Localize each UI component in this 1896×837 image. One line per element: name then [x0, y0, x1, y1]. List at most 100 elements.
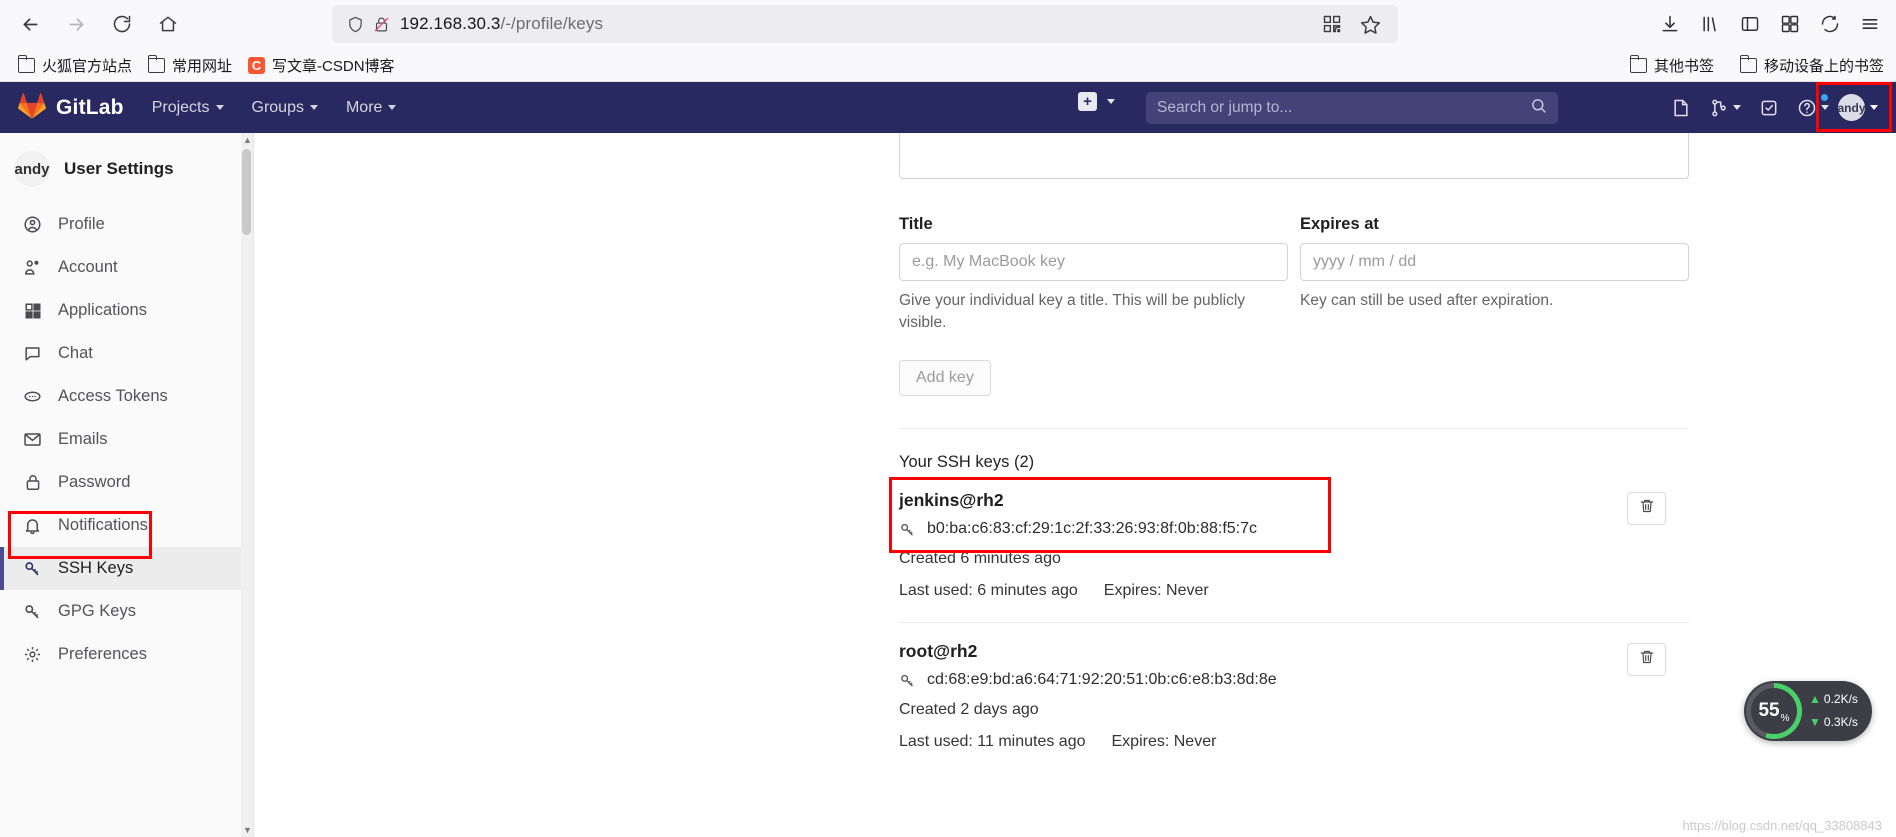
- merge-requests-icon[interactable]: [1703, 82, 1747, 133]
- url-host: 192.168.30.3: [400, 14, 501, 33]
- highlight-box-jenkins-key: [889, 477, 1331, 553]
- gitlab-logo-link[interactable]: GitLab: [18, 92, 124, 124]
- address-bar[interactable]: 192.168.30.3/-/profile/keys: [332, 5, 1398, 43]
- sidebar-item-account[interactable]: Account: [0, 246, 253, 289]
- sidebar-item-profile[interactable]: Profile: [0, 203, 253, 246]
- token-icon: [22, 387, 43, 406]
- sidebar-item-ssh-keys[interactable]: SSH Keys: [0, 547, 253, 590]
- sync-icon[interactable]: [1810, 4, 1850, 44]
- sidebar-item-gpg-keys[interactable]: GPG Keys: [0, 590, 253, 633]
- page-title: User Settings: [64, 159, 174, 178]
- ssh-key-last-used: Last used: 6 minutes ago: [899, 582, 1078, 599]
- chevron-down-icon: [1107, 99, 1115, 104]
- ssh-key-created: Created 2 days ago: [899, 701, 1039, 718]
- scrollbar-thumb[interactable]: [242, 149, 251, 235]
- download-speed-value: 0.3K/s: [1823, 715, 1858, 729]
- key-form-row: Title e.g. My MacBook key Give your indi…: [899, 215, 1689, 334]
- avatar: andy: [14, 151, 50, 187]
- sidebar-item-password[interactable]: Password: [0, 461, 253, 504]
- address-bar-actions: [1318, 10, 1388, 38]
- add-key-button[interactable]: Add key: [899, 360, 991, 396]
- back-button[interactable]: [10, 4, 50, 44]
- section-divider: [899, 428, 1689, 429]
- home-icon: [158, 14, 178, 34]
- reload-button[interactable]: [102, 4, 142, 44]
- scroll-up-arrow-icon[interactable]: ▲: [243, 135, 252, 145]
- usage-percent-value: 55: [1758, 700, 1780, 721]
- sidebar-item-label: Account: [58, 258, 118, 276]
- bookmark-item-other[interactable]: 其他书签: [1622, 52, 1722, 79]
- user-circle-icon: [22, 215, 43, 234]
- sidebar-item-label: Chat: [58, 344, 93, 362]
- sidebar-item-applications[interactable]: Applications: [0, 289, 253, 332]
- sidebar-scrollbar[interactable]: ▲ ▼: [241, 133, 253, 837]
- extensions-icon[interactable]: [1770, 4, 1810, 44]
- expires-field-group: Expires at yyyy / mm / dd Key can still …: [1300, 215, 1689, 334]
- nav-groups-label: Groups: [251, 98, 304, 116]
- expires-date-input[interactable]: yyyy / mm / dd: [1300, 243, 1689, 281]
- sidebar-item-chat[interactable]: Chat: [0, 332, 253, 375]
- settings-icon: [22, 645, 43, 664]
- todos-icon[interactable]: [1747, 82, 1791, 133]
- bookmarks-bar-right: 其他书签 移动设备上的书签: [1622, 48, 1892, 82]
- sidebar-item-label: Preferences: [58, 645, 147, 663]
- navbar-right-actions: andy: [1659, 82, 1882, 133]
- nav-item-projects[interactable]: Projects: [152, 99, 224, 117]
- upload-speed-value: 0.2K/s: [1823, 692, 1858, 707]
- watermark-text: https://blog.csdn.net/qq_33808843: [1682, 818, 1883, 833]
- chevron-down-icon: [1821, 105, 1829, 110]
- key-textarea[interactable]: [899, 133, 1689, 179]
- issues-icon[interactable]: [1659, 82, 1703, 133]
- menu-icon[interactable]: [1850, 4, 1890, 44]
- title-input[interactable]: e.g. My MacBook key: [899, 243, 1288, 281]
- sidebar-icon[interactable]: [1730, 4, 1770, 44]
- expires-placeholder: yyyy / mm / dd: [1313, 253, 1417, 270]
- bookmark-star-icon[interactable]: [1356, 10, 1384, 38]
- ssh-key-expires: Expires: Never: [1103, 582, 1209, 599]
- bookmark-label: 火狐官方站点: [42, 57, 133, 75]
- expires-help-text: Key can still be used after expiration.: [1300, 292, 1554, 309]
- sidebar-item-notifications[interactable]: Notifications: [0, 504, 253, 547]
- applications-grid-icon: [22, 302, 43, 320]
- nav-item-groups[interactable]: Groups: [252, 99, 318, 117]
- nav-item-more[interactable]: More: [346, 99, 397, 117]
- csdn-icon: C: [248, 56, 266, 74]
- sidebar-item-label: Profile: [58, 215, 105, 233]
- forward-arrow-icon: [66, 14, 87, 35]
- scroll-down-arrow-icon[interactable]: ▼: [243, 825, 252, 835]
- home-button[interactable]: [148, 4, 188, 44]
- bookmarks-bar: 火狐官方站点 常用网址 C 写文章-CSDN博客: [0, 48, 1896, 82]
- trash-icon: [1639, 498, 1655, 519]
- user-menu-button[interactable]: andy: [1835, 91, 1882, 124]
- search-input[interactable]: Search or jump to...: [1146, 92, 1558, 124]
- bookmark-item[interactable]: 火狐官方站点: [10, 52, 140, 79]
- bookmark-label: 其他书签: [1653, 57, 1714, 75]
- chevron-down-icon: [388, 105, 397, 110]
- key-icon: [899, 521, 916, 538]
- library-icon[interactable]: [1690, 4, 1730, 44]
- chevron-down-icon: [1870, 105, 1878, 110]
- back-arrow-icon: [20, 14, 41, 35]
- qr-code-icon[interactable]: [1318, 10, 1346, 38]
- sidebar-item-label: GPG Keys: [58, 602, 136, 620]
- bookmark-item[interactable]: C 写文章-CSDN博客: [240, 52, 403, 79]
- delete-key-button[interactable]: [1627, 643, 1666, 676]
- network-speed-widget[interactable]: 55 % ▲ 0.2K/s ▼ 0.3K/s: [1744, 681, 1872, 741]
- forward-button[interactable]: [56, 4, 96, 44]
- sidebar-item-access-tokens[interactable]: Access Tokens: [0, 375, 253, 418]
- nav-create-new[interactable]: +: [1078, 92, 1115, 111]
- bookmark-item-mobile[interactable]: 移动设备上的书签: [1732, 52, 1892, 79]
- help-icon[interactable]: [1791, 82, 1835, 133]
- ssh-key-fingerprint: b0:ba:c6:83:cf:29:1c:2f:33:26:93:8f:0b:8…: [927, 520, 1258, 537]
- tracking-protection-shield-icon[interactable]: [342, 11, 368, 37]
- ssh-key-item: root@rh2 cd:68:e9:bd:a6:64:71:92:20:51:0…: [899, 641, 1689, 751]
- help-notification-dot: [1821, 94, 1828, 101]
- ssh-key-title: root@rh2: [899, 641, 978, 661]
- bookmark-label: 常用网址: [172, 57, 233, 75]
- insecure-lock-icon[interactable]: [368, 11, 394, 37]
- downloads-icon[interactable]: [1650, 4, 1690, 44]
- delete-key-button[interactable]: [1627, 492, 1666, 525]
- bookmark-item[interactable]: 常用网址: [140, 52, 240, 79]
- sidebar-item-preferences[interactable]: Preferences: [0, 633, 253, 676]
- sidebar-item-emails[interactable]: Emails: [0, 418, 253, 461]
